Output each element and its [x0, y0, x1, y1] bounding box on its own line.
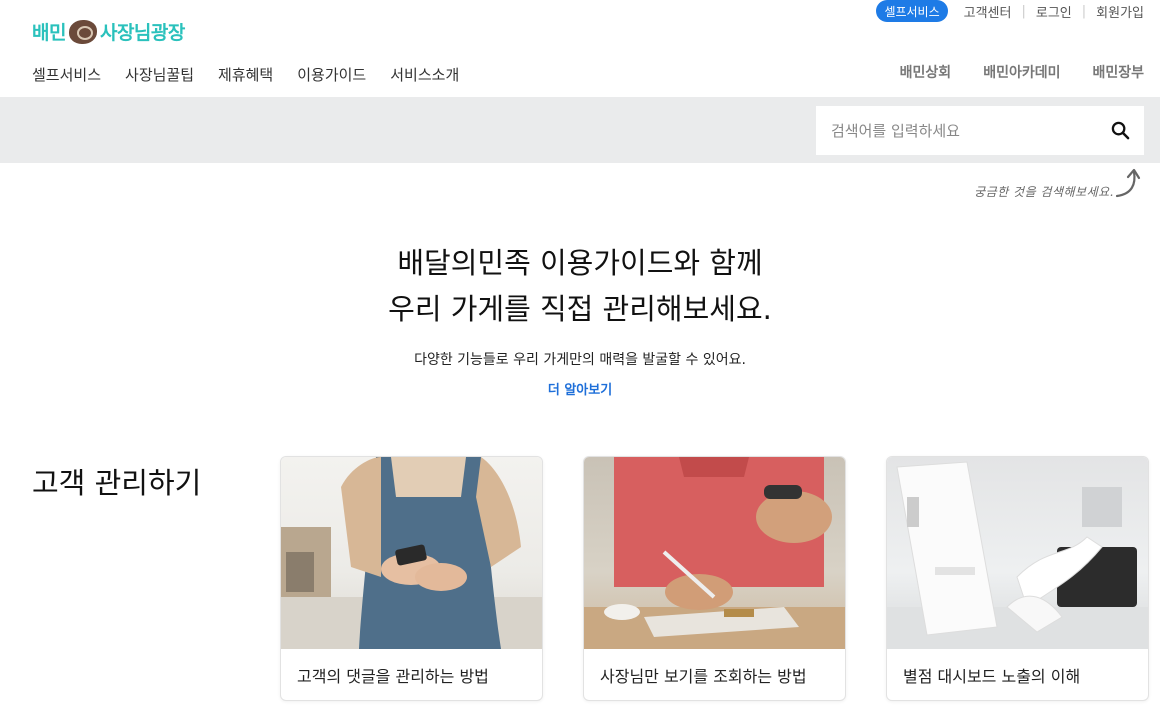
logo-text-right: 사장님광장: [99, 22, 185, 44]
card-caption: 별점 대시보드 노출의 이해: [903, 667, 1081, 686]
card-caption: 고객의 댓글을 관리하는 방법: [297, 667, 489, 686]
hero-section: 배달의민족 이용가이드와 함께 우리 가게를 직접 관리해보세요. 다양한 기능…: [0, 240, 1160, 398]
nav-item-guide[interactable]: 이용가이드: [297, 64, 366, 85]
main-nav: 셀프서비스 사장님꿀팁 제휴혜택 이용가이드 서비스소개: [32, 64, 483, 85]
hero-description: 다양한 기능들로 우리 가게만의 매력을 발굴할 수 있어요.: [414, 352, 746, 368]
site-logo[interactable]: 배민 사장님광장: [32, 18, 185, 45]
login-link[interactable]: 로그인: [1036, 2, 1072, 21]
divider: |: [1081, 3, 1087, 19]
learn-more-link[interactable]: 더 알아보기: [548, 379, 612, 398]
utility-nav: 셀프서비스 고객센터 | 로그인 | 회원가입: [876, 0, 1144, 22]
card-caption: 사장님만 보기를 조회하는 방법: [600, 667, 807, 686]
guide-card[interactable]: 사장님만 보기를 조회하는 방법: [583, 456, 846, 701]
nav-item-benefits[interactable]: 제휴혜택: [218, 64, 273, 85]
logo-text-left: 배민: [32, 22, 66, 44]
search-band: [0, 97, 1160, 163]
brand-link-baemin-market[interactable]: 배민상회: [900, 62, 952, 82]
customer-center-link[interactable]: 고객센터: [964, 2, 1012, 21]
brand-link-baemin-academy[interactable]: 배민아카데미: [983, 62, 1060, 82]
card-image-man-writing-notes: [584, 457, 845, 649]
nav-item-service-intro[interactable]: 서비스소개: [390, 64, 459, 85]
family-brands: 배민상회 배민아카데미 배민장부: [868, 62, 1144, 82]
site-header: 배민 사장님광장 셀프서비스 고객센터 | 로그인 | 회원가입 셀프서비스 사…: [0, 0, 1160, 97]
hero-title-line2: 우리 가게를 직접 관리해보세요.: [388, 292, 772, 326]
guide-card-list: 고객의 댓글을 관리하는 방법 사장님만 보기를 조회하는 방법 별점 대시보드…: [280, 456, 1160, 701]
hero-title: 배달의민족 이용가이드와 함께 우리 가게를 직접 관리해보세요.: [0, 240, 1160, 332]
search-button[interactable]: [1096, 106, 1144, 155]
hero-title-line1: 배달의민족 이용가이드와 함께: [397, 246, 763, 280]
search-input[interactable]: [831, 121, 1096, 140]
section-title: 고객 관리하기: [32, 466, 202, 500]
card-image-woman-with-phone: [281, 457, 542, 649]
divider: |: [1021, 3, 1026, 19]
curved-arrow-icon: [1115, 168, 1141, 198]
search-icon: [1111, 121, 1129, 140]
search-box: [816, 106, 1144, 155]
signup-link[interactable]: 회원가입: [1096, 2, 1144, 21]
brand-link-baemin-ledger[interactable]: 배민장부: [1092, 62, 1144, 82]
selfservice-pill-button[interactable]: 셀프서비스: [876, 0, 948, 22]
guide-card[interactable]: 고객의 댓글을 관리하는 방법: [280, 456, 543, 701]
nav-item-tips[interactable]: 사장님꿀팁: [125, 64, 194, 85]
guide-card[interactable]: 별점 대시보드 노출의 이해: [886, 456, 1149, 701]
logo-mark-icon: [68, 19, 97, 44]
search-hint-text: 궁금한 것을 검색해보세요.: [974, 185, 1114, 199]
nav-item-selfservice[interactable]: 셀프서비스: [32, 64, 101, 85]
card-image-receipt-printer: [887, 457, 1148, 649]
